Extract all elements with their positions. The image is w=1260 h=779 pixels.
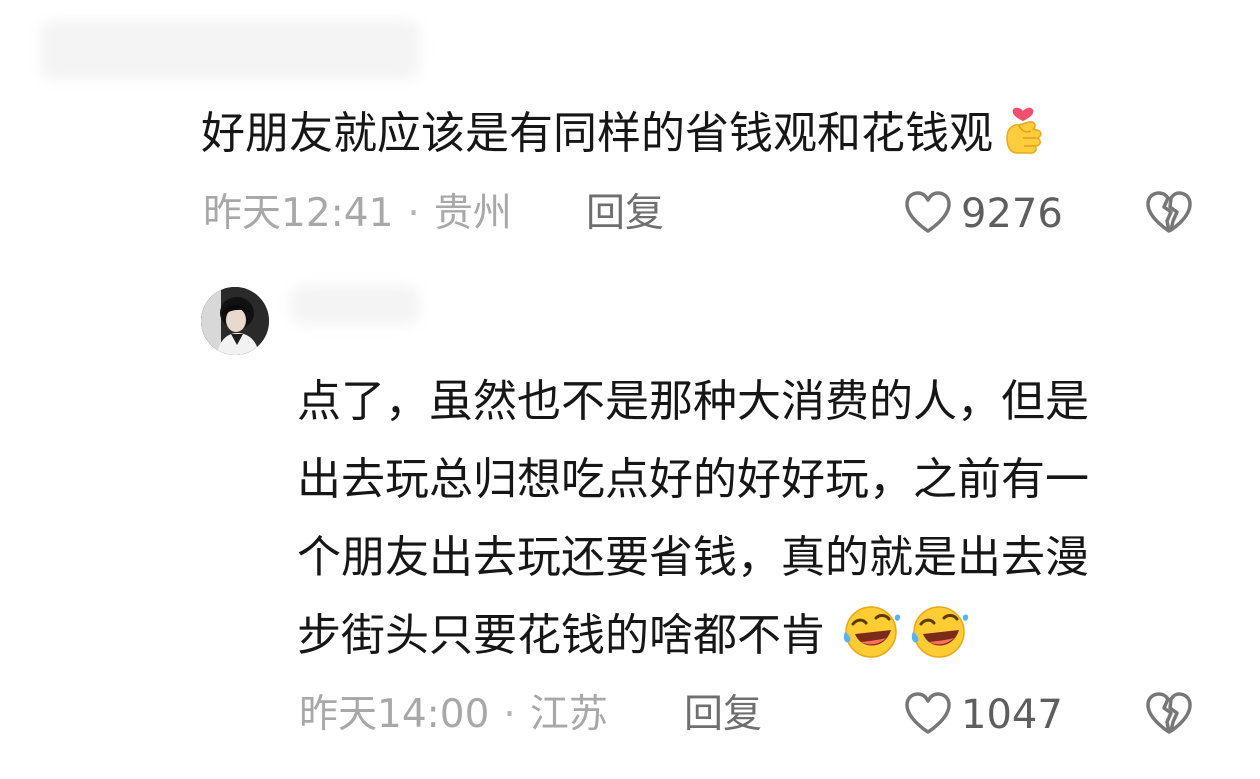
like-count: 1047 [961,692,1063,738]
meta-separator: · [407,191,420,236]
comment-time: 昨天12:41 [203,191,394,236]
heart-outline-icon [903,189,953,239]
finger-heart-emoji-icon [999,98,1047,174]
comment-meta: 昨天12:41 · 贵州 [203,189,512,239]
reply-button[interactable]: 回复 [684,690,762,740]
broken-heart-icon [1143,689,1195,741]
comment-list: 好朋友就应该是有同样的省钱观和花钱观 昨天12:41 · 贵州 回复 9276 … [0,0,1260,779]
dislike-button[interactable] [1142,189,1196,239]
comment-line: 点了，虽然也不是那种大消费的人，但是 [297,376,1089,427]
blurred-username [290,285,420,325]
blurred-username [40,20,420,80]
comment-text: 点了，虽然也不是那种大消费的人，但是 出去玩总归想吃点好的好好玩，之前有一 个朋… [297,363,1217,685]
reply-button[interactable]: 回复 [586,189,664,239]
heart-outline-icon [903,690,953,740]
comment-line: 步街头只要花钱的啥都不肯 [297,610,825,661]
comment-last-line: 步街头只要花钱的啥都不肯 [297,597,1217,685]
comment-time: 昨天14:00 [299,692,490,737]
meta-separator: · [503,692,516,737]
like-button[interactable]: 9276 [903,189,1063,239]
comment-line: 出去玩总归想吃点好的好好玩，之前有一 [297,454,1089,505]
rolling-laughing-emoji-icon [907,602,971,685]
comment-location: 江苏 [529,692,608,737]
comment-location: 贵州 [433,191,512,236]
comment-text: 好朋友就应该是有同样的省钱观和花钱观 [201,98,1251,174]
comment-meta: 昨天14:00 · 江苏 [299,690,608,740]
comment-body: 好朋友就应该是有同样的省钱观和花钱观 [201,108,993,159]
rolling-laughing-emoji-icon [839,602,903,685]
comment-line: 个朋友出去玩还要省钱，真的就是出去漫 [297,532,1089,583]
like-button[interactable]: 1047 [903,690,1063,740]
broken-heart-icon [1143,188,1195,240]
avatar[interactable] [201,287,269,355]
dislike-button[interactable] [1142,690,1196,740]
like-count: 9276 [961,191,1063,237]
